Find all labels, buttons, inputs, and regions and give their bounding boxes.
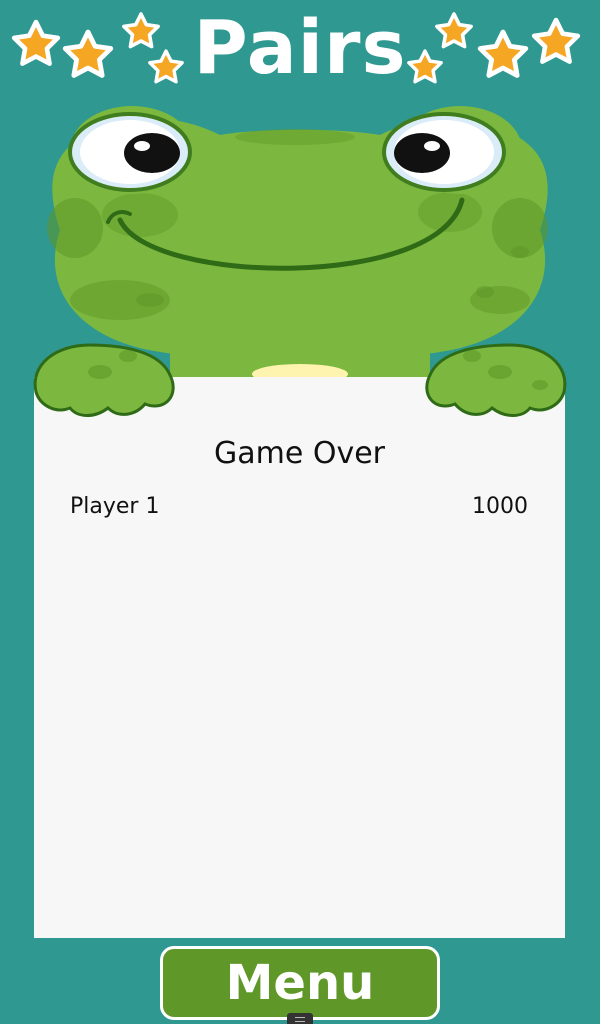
drawer-handle-icon[interactable] — [287, 1013, 313, 1024]
menu-button[interactable]: Menu — [160, 946, 440, 1020]
player-score: 1000 — [472, 494, 528, 519]
app-title: Pairs — [193, 5, 407, 91]
frog-hands — [33, 343, 567, 417]
score-row: Player 1 1000 — [70, 494, 528, 519]
player-name: Player 1 — [70, 494, 160, 519]
game-over-heading: Game Over — [213, 436, 385, 471]
